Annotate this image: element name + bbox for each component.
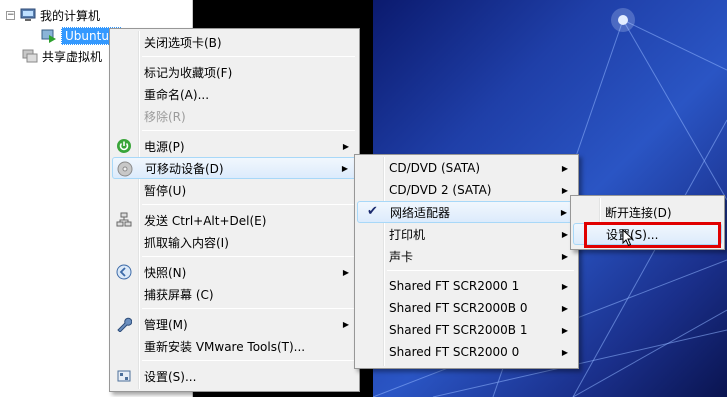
submenu-arrow-icon: ▶ <box>561 163 568 173</box>
power-icon <box>116 138 132 154</box>
menu-reinstall-tools[interactable]: 重新安装 VMware Tools(T)... <box>112 335 357 357</box>
submenu-arrow-icon: ▶ <box>561 281 568 291</box>
menu-settings[interactable]: 设置(S)... <box>112 365 357 387</box>
device-cd-dvd[interactable]: CD/DVD (SATA) ▶ <box>357 157 576 179</box>
menu-power[interactable]: 电源(P) ▶ <box>112 135 357 157</box>
device-smartcard-4[interactable]: Shared FT SCR2000 0 ▶ <box>357 341 576 363</box>
tree-item-shared-vms[interactable]: 共享虚拟机 <box>22 47 102 65</box>
collapse-toggle[interactable]: − <box>6 10 15 20</box>
menu-capture-screen[interactable]: 捕获屏幕 (C) <box>112 283 357 305</box>
tree-item-my-computer[interactable]: − 我的计算机 <box>6 6 100 24</box>
menu-rename[interactable]: 重命名(A)... <box>112 83 357 105</box>
device-sound-card[interactable]: 声卡 ▶ <box>357 245 576 267</box>
device-network-adapter[interactable]: ✔ 网络适配器 ▶ <box>357 201 576 223</box>
submenu-arrow-icon: ▶ <box>561 229 568 239</box>
device-smartcard-2[interactable]: Shared FT SCR2000B 0 ▶ <box>357 297 576 319</box>
menu-snapshot[interactable]: 快照(N) ▶ <box>112 261 357 283</box>
submenu-arrow-icon: ▶ <box>341 163 348 173</box>
submenu-arrow-icon: ▶ <box>561 347 568 357</box>
submenu-arrow-icon: ▶ <box>342 267 349 277</box>
menu-pause[interactable]: 暂停(U) <box>112 179 357 201</box>
tree-label-shared-vms: 共享虚拟机 <box>42 49 103 64</box>
vm-context-menu: 关闭选项卡(B) 标记为收藏项(F) 重命名(A)... 移除(R) 电源(P)… <box>109 28 360 392</box>
network-settings[interactable]: 设置(S)... <box>573 223 722 245</box>
settings-icon <box>116 368 132 384</box>
network-disconnect[interactable]: 断开连接(D) <box>573 201 722 223</box>
removable-devices-submenu: CD/DVD (SATA) ▶ CD/DVD 2 (SATA) ▶ ✔ 网络适配器 ▶… <box>354 154 579 369</box>
network-nodes-icon <box>116 212 132 228</box>
submenu-arrow-icon: ▶ <box>561 251 568 261</box>
device-cd-dvd-2[interactable]: CD/DVD 2 (SATA) ▶ <box>357 179 576 201</box>
device-printer[interactable]: 打印机 ▶ <box>357 223 576 245</box>
submenu-arrow-icon: ▶ <box>560 207 567 217</box>
network-adapter-submenu: 断开连接(D) 设置(S)... <box>570 195 725 250</box>
submenu-arrow-icon: ▶ <box>561 185 568 195</box>
submenu-arrow-icon: ▶ <box>561 325 568 335</box>
mouse-cursor-icon <box>622 228 634 250</box>
menu-grab-input[interactable]: 抓取输入内容(I) <box>112 231 357 253</box>
menu-remove: 移除(R) <box>144 109 186 124</box>
snapshot-icon <box>116 264 132 280</box>
shared-vm-icon <box>22 49 38 63</box>
device-smartcard-3[interactable]: Shared FT SCR2000B 1 ▶ <box>357 319 576 341</box>
tree-label-my-computer: 我的计算机 <box>40 8 101 23</box>
device-smartcard-1[interactable]: Shared FT SCR2000 1 ▶ <box>357 275 576 297</box>
checkmark-icon: ✔ <box>367 204 378 219</box>
menu-close-tab[interactable]: 关闭选项卡(B) <box>112 31 357 53</box>
cd-icon <box>117 161 133 177</box>
submenu-arrow-icon: ▶ <box>342 319 349 329</box>
vm-running-icon <box>41 29 57 43</box>
menu-manage[interactable]: 管理(M) ▶ <box>112 313 357 335</box>
submenu-arrow-icon: ▶ <box>342 141 349 151</box>
menu-removable-devices[interactable]: 可移动设备(D) ▶ <box>112 157 357 179</box>
wrench-icon <box>116 316 133 333</box>
computer-icon <box>20 8 36 22</box>
submenu-arrow-icon: ▶ <box>561 303 568 313</box>
menu-mark-favorite[interactable]: 标记为收藏项(F) <box>112 61 357 83</box>
menu-send-cad[interactable]: 发送 Ctrl+Alt+Del(E) <box>112 209 357 231</box>
